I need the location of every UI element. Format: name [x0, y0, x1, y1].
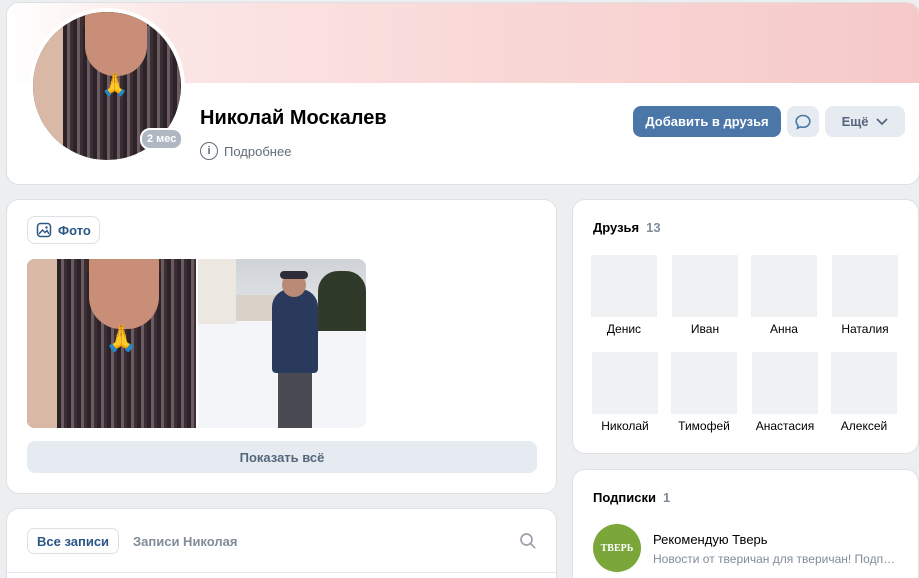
subscriptions-count: 1	[662, 490, 671, 505]
pray-emoji: 🙏	[101, 72, 129, 97]
friend-item[interactable]: Анна	[751, 255, 817, 336]
friend-item[interactable]: Иван	[672, 255, 738, 336]
friend-name: Николай	[601, 419, 649, 433]
tab-all-posts[interactable]: Все записи	[27, 528, 120, 554]
community-logo: ТВЕРЬ	[593, 524, 641, 572]
photo-thumbnail[interactable]: 🙏	[27, 259, 196, 428]
subscription-item[interactable]: ТВЕРЬ Рекомендую Тверь Новости от тверич…	[593, 524, 898, 572]
friend-name: Иван	[690, 322, 720, 336]
add-friend-button[interactable]: Добавить в друзья	[633, 106, 781, 137]
tab-user-posts[interactable]: Записи Николая	[133, 528, 237, 554]
friend-item[interactable]: Тимофей	[671, 352, 737, 433]
friend-avatar	[592, 352, 658, 414]
photo-thumbnail[interactable]	[198, 259, 366, 428]
message-button[interactable]	[787, 106, 819, 137]
photos-section: Фото 🙏 Показать всё	[7, 200, 556, 493]
friend-name: Анастасия	[755, 419, 815, 433]
more-button[interactable]: Ещё	[825, 106, 905, 137]
friend-item[interactable]: Анастасия	[752, 352, 818, 433]
show-all-photos-button[interactable]: Показать всё	[27, 441, 537, 473]
friend-avatar	[671, 352, 737, 414]
friend-avatar	[591, 255, 657, 317]
friend-item[interactable]: Наталия	[832, 255, 898, 336]
photos-tab-label: Фото	[58, 222, 91, 238]
friend-avatar	[751, 255, 817, 317]
chevron-down-icon	[877, 118, 888, 125]
last-seen-badge: 2 мес	[140, 128, 184, 150]
friend-name: Анна	[770, 322, 798, 336]
friend-avatar	[832, 255, 898, 317]
more-label: Ещё	[841, 114, 869, 129]
community-name: Рекомендую Тверь	[653, 532, 768, 547]
search-icon[interactable]	[518, 531, 538, 551]
friend-name: Наталия	[841, 322, 889, 336]
profile-name: Николай Москалев	[200, 107, 387, 129]
friends-title: Друзья	[593, 220, 640, 235]
photos-tab[interactable]: Фото	[27, 216, 100, 244]
photo-icon	[36, 222, 52, 238]
friend-item[interactable]: Денис	[591, 255, 657, 336]
friend-name: Тимофей	[678, 419, 730, 433]
community-description: Новости от тверичан для тверичан! Подпис…	[653, 552, 898, 566]
info-icon: i	[200, 142, 218, 160]
pray-emoji: 🙏	[105, 323, 138, 353]
friend-item[interactable]: Алексей	[831, 352, 897, 433]
divider	[7, 572, 556, 573]
friend-avatar	[672, 255, 738, 317]
friends-section: Друзья 13 Денис Иван Анна Наталия Никола…	[573, 200, 918, 453]
friend-name: Денис	[606, 322, 642, 336]
message-icon	[795, 114, 811, 130]
subscriptions-title: Подписки	[593, 490, 656, 505]
subscription-text: Рекомендую Тверь Новости от тверичан для…	[653, 524, 898, 572]
friend-avatar	[752, 352, 818, 414]
friends-count: 13	[646, 220, 661, 235]
details-link[interactable]: i Подробнее	[200, 142, 291, 160]
posts-section: Все записи Записи Николая	[7, 509, 556, 578]
subscriptions-header[interactable]: Подписки 1	[593, 490, 670, 505]
profile-header: 🙏 2 мес Николай Москалев i Подробнее Доб…	[7, 3, 919, 184]
friend-item[interactable]: Николай	[592, 352, 658, 433]
details-label: Подробнее	[224, 143, 292, 159]
friend-name: Алексей	[840, 419, 888, 433]
friends-header[interactable]: Друзья 13	[593, 220, 661, 235]
subscriptions-section: Подписки 1 ТВЕРЬ Рекомендую Тверь Новост…	[573, 470, 918, 578]
friend-avatar	[831, 352, 897, 414]
profile-page: 🙏 2 мес Николай Москалев i Подробнее Доб…	[0, 0, 919, 578]
